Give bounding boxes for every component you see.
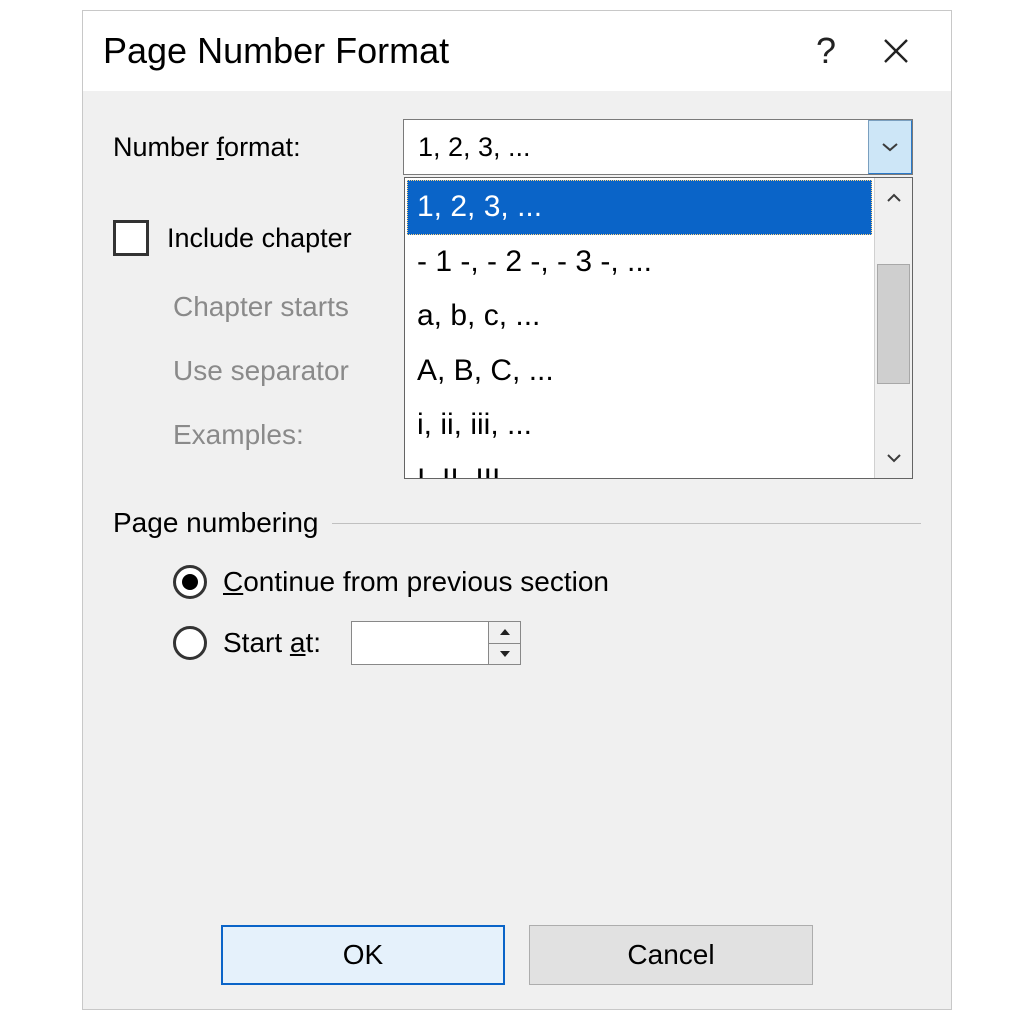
dialog-body: Number format: 1, 2, 3, ... 1, 2, 3, ...… (83, 91, 951, 1009)
triangle-up-icon (499, 628, 511, 636)
page-numbering-group: Page numbering Continue from previous se… (113, 507, 921, 665)
titlebar: Page Number Format ? (83, 11, 951, 91)
include-chapter-checkbox[interactable] (113, 220, 149, 256)
dropdown-item[interactable]: 1, 2, 3, ... (407, 180, 872, 235)
number-format-dropdown: 1, 2, 3, ... - 1 -, - 2 -, - 3 -, ... a,… (404, 177, 913, 479)
triangle-down-icon (499, 650, 511, 658)
scroll-track[interactable] (875, 218, 912, 438)
dropdown-scrollbar[interactable] (874, 178, 912, 478)
dialog-footer: OK Cancel (83, 925, 951, 985)
close-icon (881, 36, 911, 66)
page-numbering-header: Page numbering (113, 507, 921, 539)
number-format-label: Number format: (113, 132, 403, 163)
dropdown-item[interactable]: I, II, III, ... (407, 453, 872, 479)
radio-dot-icon (182, 574, 198, 590)
number-format-value: 1, 2, 3, ... (404, 132, 868, 163)
chevron-up-icon (886, 192, 902, 204)
number-format-row: Number format: 1, 2, 3, ... (113, 119, 921, 175)
scroll-up-button[interactable] (875, 178, 912, 218)
number-format-combo[interactable]: 1, 2, 3, ... (403, 119, 913, 175)
start-at-input[interactable] (352, 622, 488, 664)
combo-dropdown-button[interactable] (868, 120, 912, 174)
spinner-buttons (488, 622, 520, 664)
page-numbering-label: Page numbering (113, 507, 318, 539)
cancel-button[interactable]: Cancel (529, 925, 813, 985)
close-button[interactable] (861, 36, 931, 66)
continue-radio[interactable] (173, 565, 207, 599)
dropdown-item[interactable]: A, B, C, ... (407, 344, 872, 399)
continue-radio-label: Continue from previous section (223, 566, 609, 598)
scroll-down-button[interactable] (875, 438, 912, 478)
chevron-down-icon (881, 141, 899, 153)
dropdown-item[interactable]: - 1 -, - 2 -, - 3 -, ... (407, 235, 872, 290)
start-at-radio-label: Start at: (223, 627, 321, 659)
dialog-title: Page Number Format (103, 30, 791, 72)
dropdown-items: 1, 2, 3, ... - 1 -, - 2 -, - 3 -, ... a,… (405, 178, 874, 478)
spinner-up-button[interactable] (489, 622, 520, 643)
dropdown-item[interactable]: i, ii, iii, ... (407, 398, 872, 453)
group-divider (332, 523, 921, 524)
help-button[interactable]: ? (791, 30, 861, 72)
start-at-radio-row: Start at: (113, 621, 921, 665)
page-number-format-dialog: Page Number Format ? Number format: 1, 2… (82, 10, 952, 1010)
continue-radio-row: Continue from previous section (113, 565, 921, 599)
scroll-thumb[interactable] (877, 264, 910, 384)
ok-button[interactable]: OK (221, 925, 505, 985)
start-at-spinner[interactable] (351, 621, 521, 665)
chevron-down-icon (886, 452, 902, 464)
include-chapter-label: Include chapter (167, 223, 352, 254)
start-at-radio[interactable] (173, 626, 207, 660)
dropdown-item[interactable]: a, b, c, ... (407, 289, 872, 344)
spinner-down-button[interactable] (489, 643, 520, 665)
